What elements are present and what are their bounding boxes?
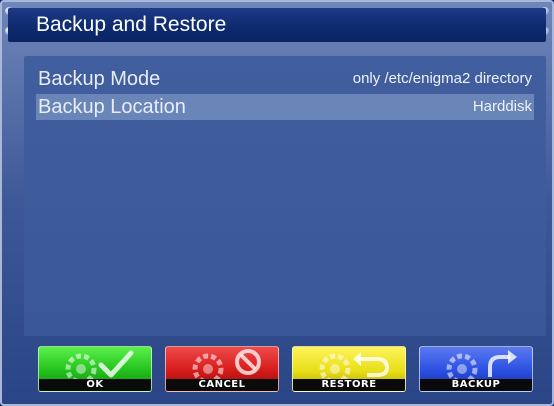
button-bar: OK CANCEL RESTORE BACKUP — [38, 346, 538, 396]
backup-button[interactable]: BACKUP — [419, 346, 533, 392]
settings-list: Backup Mode only /etc/enigma2 directory … — [24, 56, 546, 336]
button-label: RESTORE — [293, 379, 405, 391]
checkmark-icon — [65, 350, 134, 381]
setting-label: Backup Mode — [38, 68, 161, 90]
window-title: Backup and Restore — [36, 13, 227, 36]
backup-restore-window: Backup and Restore Backup Mode only /etc… — [0, 0, 554, 406]
setting-label: Backup Location — [38, 96, 186, 118]
setting-value: Harddisk — [472, 98, 532, 115]
cancel-icon — [192, 349, 261, 381]
title-bar: Backup and Restore — [8, 8, 546, 42]
restore-button[interactable]: RESTORE — [292, 346, 406, 392]
button-label: CANCEL — [166, 379, 278, 391]
setting-value: only /etc/enigma2 directory — [352, 70, 532, 87]
setting-row-backup-location[interactable]: Backup Location Harddisk — [36, 94, 534, 120]
redo-arrow-icon — [446, 350, 517, 381]
button-label: OK — [39, 379, 151, 391]
setting-row-backup-mode[interactable]: Backup Mode only /etc/enigma2 directory — [36, 66, 534, 92]
undo-arrow-icon — [319, 352, 390, 381]
cancel-button[interactable]: CANCEL — [165, 346, 279, 392]
button-label: BACKUP — [420, 379, 532, 391]
ok-button[interactable]: OK — [38, 346, 152, 392]
